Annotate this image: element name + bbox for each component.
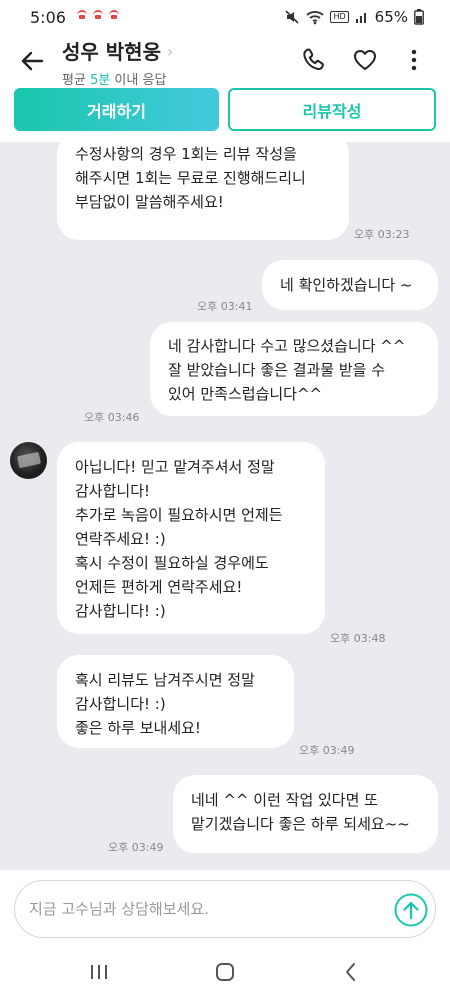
- write-review-button[interactable]: 리뷰작성: [228, 88, 436, 131]
- message-time: 오후 03:46: [84, 411, 140, 424]
- page-title: 성우 박현웅: [62, 40, 161, 64]
- status-time: 5:06: [30, 8, 66, 27]
- arrow-left-icon: [21, 51, 44, 71]
- call-button[interactable]: [300, 46, 328, 74]
- nav-back-icon: [346, 963, 355, 981]
- message-input[interactable]: [29, 881, 389, 937]
- arrow-up-circle-icon: [394, 893, 428, 927]
- notification-icon: [92, 9, 104, 21]
- status-indicators: HD 65%: [284, 8, 424, 26]
- signal-icon: [355, 13, 366, 23]
- recent-apps-button[interactable]: [84, 959, 114, 985]
- message-time: 오후 03:23: [354, 228, 410, 241]
- message-bubble-sent: 네네 ^^ 이런 작업 있다면 또 맡기겠습니다 좋은 하루 되세요~~: [173, 775, 438, 853]
- message-bubble-sent: 네 확인하겠습니다 ~: [262, 260, 438, 310]
- heart-icon: [354, 50, 376, 70]
- wifi-icon: [306, 11, 325, 25]
- hd-voice-icon: HD: [330, 11, 349, 23]
- send-button[interactable]: [394, 893, 428, 927]
- notification-icons: [76, 9, 120, 21]
- battery-icon: [414, 9, 424, 25]
- status-bar: 5:06 HD 65%: [0, 0, 450, 36]
- recent-apps-icon: [91, 965, 107, 979]
- message-input-box: [14, 880, 436, 938]
- message-time: 오후 03:41: [197, 300, 253, 313]
- message-time: 오후 03:48: [330, 632, 386, 645]
- message-bubble-received: 수정사항의 경우 1회는 리뷰 작성을 해주시면 1회는 무료로 진행해드리니 …: [57, 142, 349, 240]
- action-bar: 거래하기 리뷰작성: [0, 86, 450, 142]
- message-time: 오후 03:49: [108, 841, 164, 854]
- notification-icon: [108, 9, 120, 21]
- battery-percent: 65%: [374, 8, 408, 26]
- system-navigation-bar: [0, 945, 450, 1000]
- notification-icon: [76, 9, 88, 21]
- more-vertical-icon: [411, 49, 417, 71]
- more-button[interactable]: [403, 46, 425, 74]
- chat-messages[interactable]: 수정사항의 경우 1회는 리뷰 작성을 해주시면 1회는 무료로 진행해드리니 …: [0, 142, 450, 870]
- avatar[interactable]: [10, 442, 47, 479]
- back-button[interactable]: [18, 48, 48, 74]
- home-icon: [216, 963, 234, 981]
- nav-back-button[interactable]: [336, 959, 366, 985]
- message-composer: [0, 870, 450, 945]
- deal-button[interactable]: 거래하기: [14, 88, 219, 131]
- chevron-right-icon: ›: [166, 42, 174, 61]
- mute-icon: [285, 10, 300, 24]
- like-button[interactable]: [351, 46, 379, 74]
- chat-header: 성우 박현웅 › 평균 5분 이내 응답: [0, 36, 450, 88]
- message-bubble-received: 혹시 리뷰도 남겨주시면 정말 감사합니다! :) 좋은 하루 보내세요!: [57, 655, 294, 748]
- message-bubble-received: 아닙니다! 믿고 맡겨주셔서 정말 감사합니다! 추가로 녹음이 필요하시면 언…: [57, 442, 325, 634]
- message-time: 오후 03:49: [299, 744, 355, 757]
- home-button[interactable]: [210, 959, 240, 985]
- expert-info[interactable]: 성우 박현웅 › 평균 5분 이내 응답: [62, 36, 173, 88]
- phone-icon: [303, 48, 324, 70]
- message-bubble-sent: 네 감사합니다 수고 많으셨습니다 ^^ 잘 받았습니다 좋은 결과물 받을 수…: [150, 322, 438, 416]
